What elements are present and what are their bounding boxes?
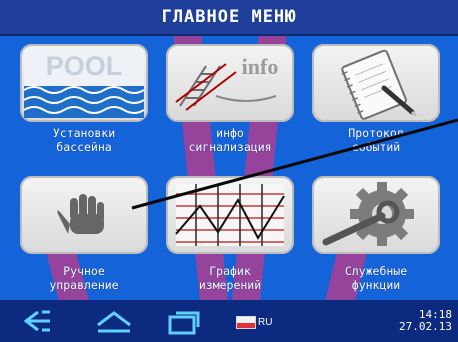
back-icon[interactable] xyxy=(20,307,60,335)
page-title: ГЛАВНОЕ МЕНЮ xyxy=(161,7,297,27)
tile-pool-settings[interactable]: POOL xyxy=(20,44,148,122)
tile-label-service-functions: Служебные функции xyxy=(344,264,408,292)
tile-label-pool-settings: Установки бассейна xyxy=(52,126,116,154)
pool-icon: POOL xyxy=(23,48,145,118)
tile-service-functions[interactable] xyxy=(312,176,440,254)
tile-measurement-graph[interactable] xyxy=(166,176,294,254)
tile-label-measurement-graph: График измерений xyxy=(198,264,262,292)
tile-label-info-alarm: инфо сигнализация xyxy=(188,126,272,154)
graph-icon xyxy=(175,184,285,246)
tile-label-manual-control: Ручное управление xyxy=(49,264,119,292)
home-icon[interactable] xyxy=(92,307,136,335)
flag-icon xyxy=(236,316,256,329)
info-ladder-icon: info xyxy=(175,54,279,111)
header-bar: ГЛАВНОЕ МЕНЮ xyxy=(0,0,458,36)
tile-label-event-log: Протокол событий xyxy=(348,126,404,154)
language-code: RU xyxy=(258,317,273,328)
tile-info-alarm[interactable]: info xyxy=(166,44,294,122)
hand-icon xyxy=(57,194,104,234)
gear-wrench-icon xyxy=(322,182,414,246)
tile-manual-control[interactable] xyxy=(20,176,148,254)
windows-icon[interactable] xyxy=(164,307,204,335)
tile-event-log[interactable] xyxy=(312,44,440,122)
clock-date: 27.02.13 xyxy=(399,320,452,333)
info-icon-text: info xyxy=(242,54,279,79)
pool-icon-text: POOL xyxy=(46,51,123,81)
footer-bar xyxy=(0,300,458,342)
notebook-pen-icon xyxy=(341,49,418,120)
main-menu-screen: ГЛАВНОЕ МЕНЮ POOL info Установки бассейн… xyxy=(0,0,458,342)
clock: 14:18 27.02.13 xyxy=(399,309,452,333)
